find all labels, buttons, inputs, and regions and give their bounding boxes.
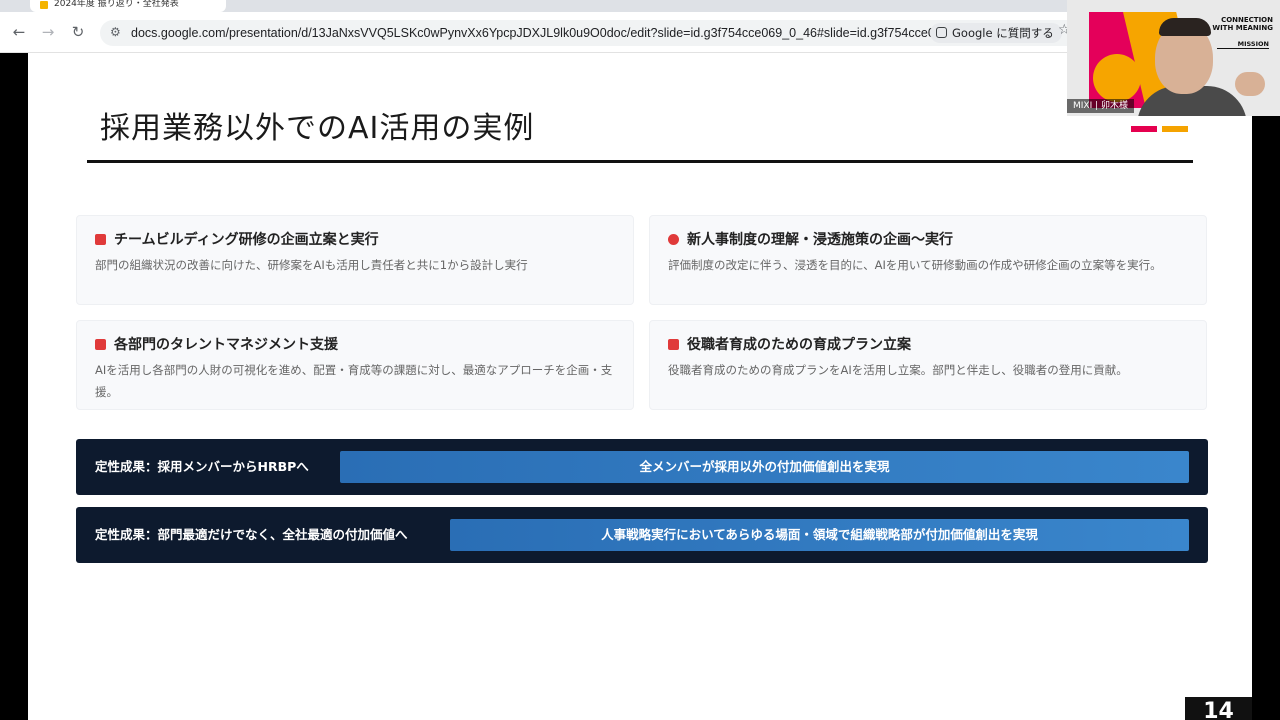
url-text[interactable]: docs.google.com/presentation/d/13JaNxsVV… xyxy=(131,20,983,46)
result-banner-label: 定性成果：部門最適だけでなく、全社最適の付加価値へ xyxy=(95,527,408,542)
result-banner-label: 定性成果：採用メンバーからHRBPへ xyxy=(95,459,309,474)
case-card-team-building: チームビルディング研修の企画立案と実行 部門の組織状況の改善に向けた、研修案をA… xyxy=(76,215,634,305)
case-card-title: 新人事制度の理解・浸透施策の企画〜実行 xyxy=(687,232,953,248)
result-banner-pill: 全メンバーが採用以外の付加価値創出を実現 xyxy=(340,451,1189,483)
participant-hand xyxy=(1235,72,1265,96)
back-button[interactable]: ← xyxy=(8,21,30,43)
slide-canvas: 採用業務以外でのAI活用の実例 チームビルディング研修の企画立案と実行 部門の組… xyxy=(28,53,1252,720)
tab-title: 2024年度 振り返り・全社発表 xyxy=(54,0,179,9)
case-card-description: 役職者育成のための育成プランをAIを活用し立案。部門と伴走し、役職者の登用に貢献… xyxy=(668,363,1128,377)
forward-arrow-icon: → xyxy=(41,23,55,41)
participant-name-tag: MIXI | 卯木様 xyxy=(1067,99,1134,113)
result-banner-company-wide: 定性成果：部門最適だけでなく、全社最適の付加価値へ 人事戦略実行においてあらゆる… xyxy=(76,507,1208,563)
case-card-hr-system: 新人事制度の理解・浸透施策の企画〜実行 評価制度の改定に伴う、浸透を目的に、AI… xyxy=(649,215,1207,305)
ask-google-button[interactable]: Google に質問する xyxy=(930,23,1062,43)
slide-page-number: 14 xyxy=(1185,697,1252,720)
reload-button[interactable]: ↻ xyxy=(67,21,89,43)
browser-tab[interactable]: 2024年度 振り返り・全社発表 xyxy=(30,0,226,12)
video-tagline: CONNECTION WITH MEANING xyxy=(1212,16,1273,32)
case-card-title: 役職者育成のための育成プラン立案 xyxy=(687,337,911,353)
slides-favicon-icon xyxy=(40,1,48,9)
slide-title: 採用業務以外でのAI活用の実例 xyxy=(100,111,535,146)
title-divider xyxy=(87,160,1193,163)
video-mission-label: MISSION xyxy=(1217,40,1269,49)
result-banner-hrbp: 定性成果：採用メンバーからHRBPへ 全メンバーが採用以外の付加価値創出を実現 xyxy=(76,439,1208,495)
case-card-manager-development: 役職者育成のための育成プラン立案 役職者育成のための育成プランをAIを活用し立案… xyxy=(649,320,1207,410)
case-card-talent-management: 各部門のタレントマネジメント支援 AIを活用し各部門の人財の可視化を進め、配置・… xyxy=(76,320,634,410)
participant-video[interactable]: CONNECTION WITH MEANING MISSION MIXI | 卯… xyxy=(1067,0,1280,116)
address-bar[interactable]: ⚙ docs.google.com/presentation/d/13JaNxs… xyxy=(100,20,1080,46)
case-card-description: AIを活用し各部門の人財の可視化を進め、配置・育成等の課題に対し、最適なアプロー… xyxy=(95,363,613,399)
case-card-description: 評価制度の改定に伴う、浸透を目的に、AIを用いて研修動画の作成や研修企画の立案等… xyxy=(668,258,1162,272)
reload-icon: ↻ xyxy=(71,23,85,41)
award-icon xyxy=(668,234,679,245)
brand-bar-orange xyxy=(1162,126,1188,132)
back-arrow-icon: ← xyxy=(12,23,26,41)
forward-button[interactable]: → xyxy=(37,21,59,43)
people-icon xyxy=(95,234,106,245)
brand-bar-pink xyxy=(1131,126,1157,132)
clipboard-icon xyxy=(95,339,106,350)
google-lens-icon xyxy=(936,27,947,38)
case-card-description: 部門の組織状況の改善に向けた、研修案をAIも活用し責任者と共に1から設計し実行 xyxy=(95,258,528,272)
result-banner-pill: 人事戦略実行においてあらゆる場面・領域で組織戦略部が付加価値創出を実現 xyxy=(450,519,1189,551)
case-card-title: 各部門のタレントマネジメント支援 xyxy=(114,337,338,353)
site-info-icon[interactable]: ⚙ xyxy=(110,25,124,41)
background-art-circle xyxy=(1093,54,1141,102)
ask-google-label: Google に質問する xyxy=(952,26,1054,40)
person-badge-icon xyxy=(668,339,679,350)
case-card-title: チームビルディング研修の企画立案と実行 xyxy=(114,232,379,248)
